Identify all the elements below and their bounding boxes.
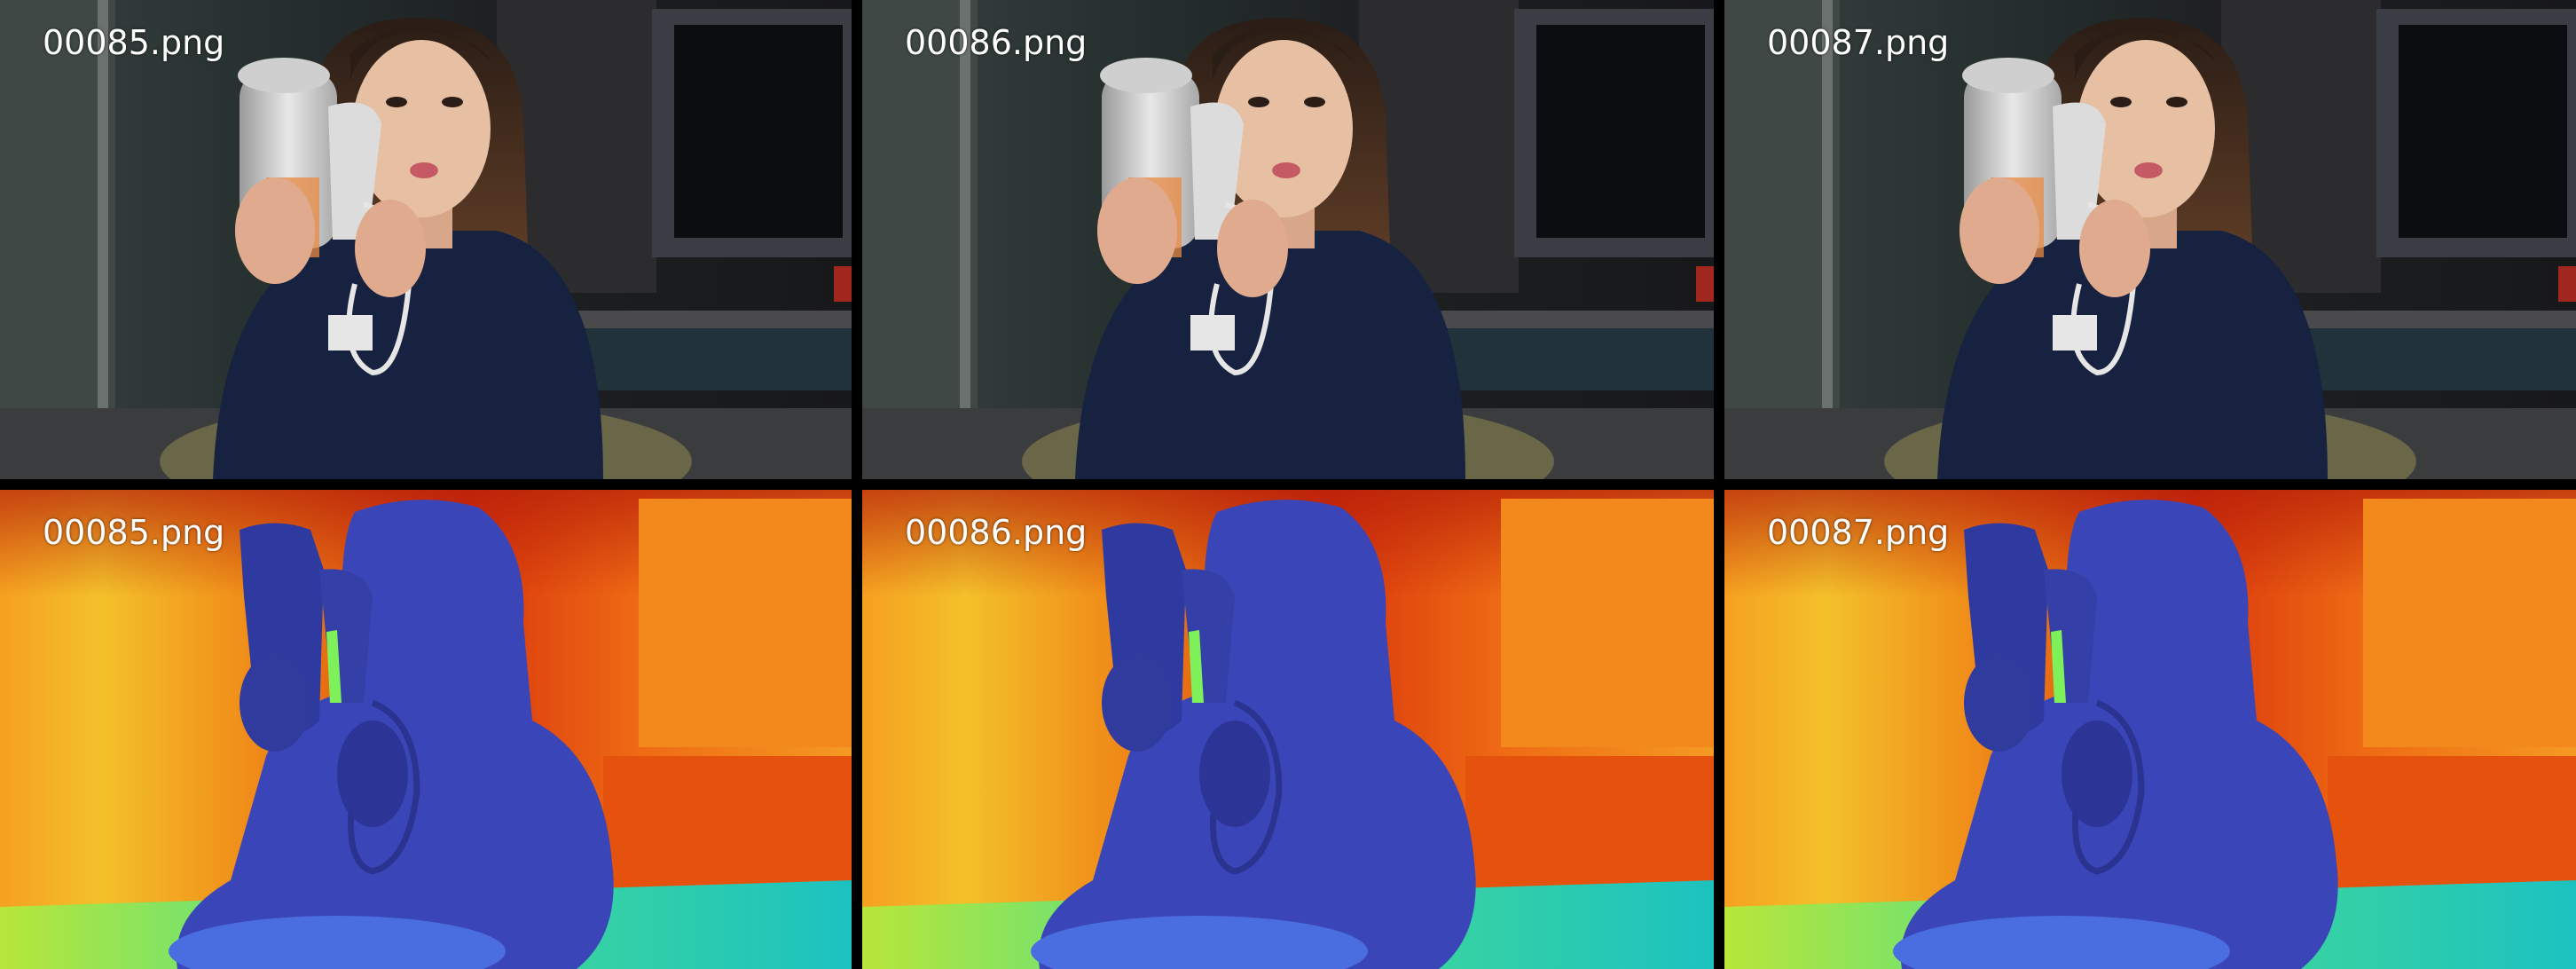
rgb-frame-2: 00086.png bbox=[862, 0, 1714, 479]
frame-filename-label: 00086.png bbox=[905, 23, 1088, 62]
depth-frame-2-image bbox=[862, 490, 1714, 969]
depth-frame-3-image bbox=[1724, 490, 2576, 969]
rgb-frame-2-image bbox=[862, 0, 1714, 479]
depth-frame-3: 00087.png bbox=[1724, 490, 2576, 969]
image-grid: 00085.png 00086.png 00087.png 00085.png … bbox=[0, 0, 2576, 969]
depth-frame-1-image bbox=[0, 490, 852, 969]
depth-frame-1: 00085.png bbox=[0, 490, 852, 969]
rgb-frame-1-image bbox=[0, 0, 852, 479]
frame-filename-label: 00086.png bbox=[905, 513, 1088, 552]
rgb-frame-3: 00087.png bbox=[1724, 0, 2576, 479]
frame-filename-label: 00085.png bbox=[43, 513, 225, 552]
frame-filename-label: 00087.png bbox=[1767, 23, 1950, 62]
rgb-frame-3-image bbox=[1724, 0, 2576, 479]
frame-filename-label: 00087.png bbox=[1767, 513, 1950, 552]
depth-frame-2: 00086.png bbox=[862, 490, 1714, 969]
rgb-frame-1: 00085.png bbox=[0, 0, 852, 479]
frame-filename-label: 00085.png bbox=[43, 23, 225, 62]
